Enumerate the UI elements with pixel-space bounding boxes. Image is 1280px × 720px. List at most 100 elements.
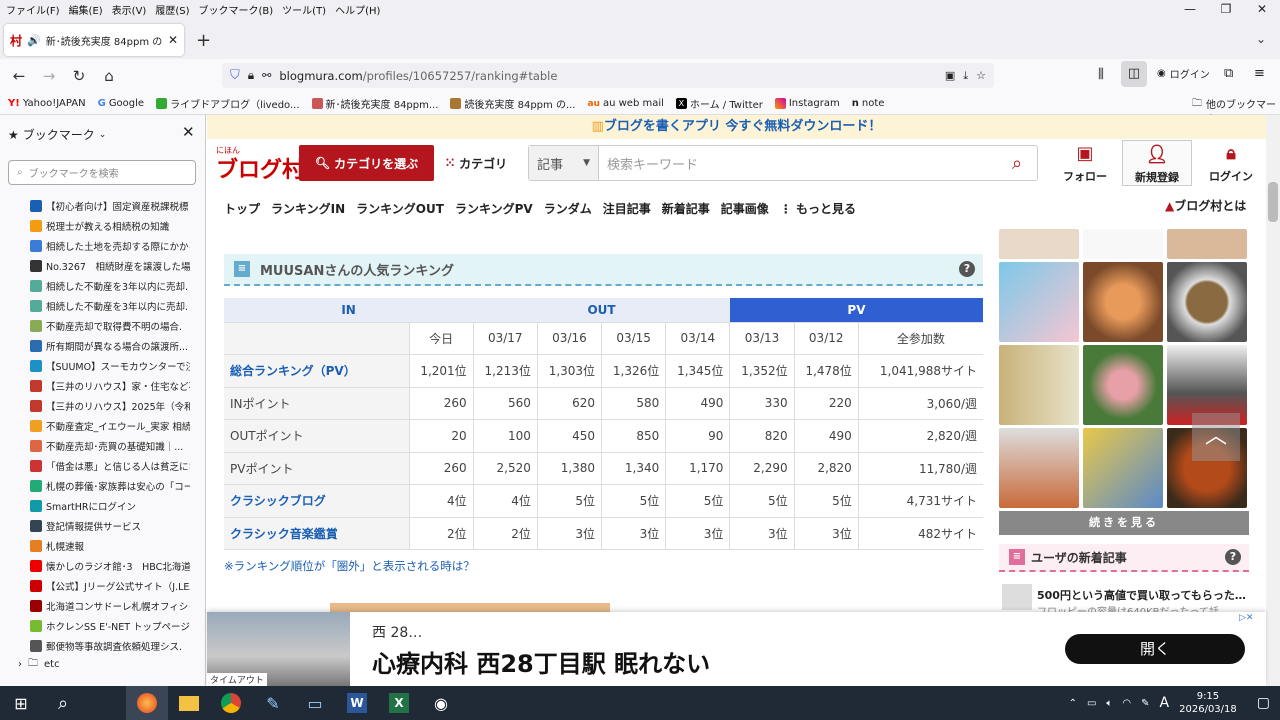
taskview-icon[interactable]	[84, 686, 126, 720]
bookmark-note[interactable]: n note	[852, 98, 885, 109]
explorer-icon[interactable]	[168, 686, 210, 720]
article-image[interactable]	[999, 229, 1079, 259]
bookmark-item[interactable]: 【三井のリハウス】2025年（令和7...	[30, 396, 190, 416]
menu-help[interactable]: ヘルプ(H)	[335, 2, 380, 17]
bookmark-item[interactable]: 札幌の葬儀･家族葬は安心の「コー	[30, 476, 190, 496]
nav-images[interactable]: 記事画像	[721, 200, 769, 217]
restore-icon[interactable]: ❐	[1208, 0, 1244, 19]
bookmark-item[interactable]: 懐かしのラジオ館･3 HBC北海道.	[30, 556, 190, 576]
article-image[interactable]	[1083, 229, 1163, 259]
sidebar-toggle-icon[interactable]: ◫	[1121, 61, 1147, 87]
follow-button[interactable]: ▣ フォロー	[1052, 140, 1118, 186]
bookmark-item[interactable]: 札幌速報	[30, 536, 190, 556]
bookmark-item[interactable]: 不動産売却･売買の基礎知識｜...	[30, 436, 190, 456]
bookmark-item[interactable]: ホクレンSS E'-NET トップページ	[30, 616, 190, 636]
pen-app-icon[interactable]: ✎	[252, 686, 294, 720]
bookmark-item[interactable]: No.3267 相続財産を譲渡した場	[30, 256, 190, 276]
search-scope-select[interactable]: 記事 ▼	[529, 146, 599, 180]
category-link[interactable]: ⁙ カテゴリ	[445, 145, 507, 181]
bookmark-star-icon[interactable]: ☆	[976, 69, 986, 82]
menu-edit[interactable]: 編集(E)	[69, 2, 103, 17]
bookmark-item[interactable]: 所有期間が異なる場合の譲渡所...	[30, 336, 190, 356]
app-banner[interactable]: ▥ブログを書くアプリ 今すぐ無料ダウンロード！	[207, 115, 1266, 139]
nav-random[interactable]: ランダム	[544, 200, 592, 217]
search-icon[interactable]: ⌕	[42, 686, 84, 720]
excel-icon[interactable]: X	[378, 686, 420, 720]
pc-app-icon[interactable]: ▭	[294, 686, 336, 720]
media-app-icon[interactable]: ◉	[420, 686, 462, 720]
help-icon[interactable]: ?	[1225, 549, 1241, 565]
ad-open-button[interactable]: 開く	[1065, 634, 1245, 664]
ranking-row-label[interactable]: 総合ランキング（PV）	[224, 354, 409, 388]
scroll-thumb[interactable]	[1268, 182, 1278, 222]
forward-icon[interactable]: →	[34, 67, 64, 85]
bookmark-item[interactable]: 不動産査定_イエウール_実家 相続	[30, 416, 190, 436]
bookmark-item[interactable]: 【三井のリハウス】家・住宅など不動	[30, 376, 190, 396]
word-icon[interactable]: W	[336, 686, 378, 720]
site-logo[interactable]: にほん ブログ村	[216, 145, 304, 184]
bookmark-yahoo[interactable]: Y! Yahoo!JAPAN	[8, 98, 86, 109]
url-bar[interactable]: ⛉ 🔒︎ ⚯ blogmura.com/profiles/10657257/ra…	[222, 63, 994, 88]
keyword-input[interactable]: 検索キーワード	[599, 154, 997, 173]
ranking-row-label[interactable]: クラシックブログ	[224, 484, 409, 518]
minimize-icon[interactable]: —	[1172, 0, 1208, 19]
pen-icon[interactable]: ✎	[1141, 698, 1149, 709]
tab-close-icon[interactable]: ✕	[168, 33, 178, 47]
back-icon[interactable]: ←	[4, 67, 34, 85]
bookmark-item[interactable]: 相続した不動産を3年以内に売却.	[30, 276, 190, 296]
tab-active[interactable]: 村 🔊 新･読後充実度 84ppm のお ✕	[4, 24, 184, 56]
nav-ranking-pv[interactable]: ランキングPV	[455, 200, 533, 217]
url-text[interactable]: blogmura.com/profiles/10657257/ranking#t…	[279, 69, 557, 83]
shield-icon[interactable]: ⛉	[230, 68, 240, 83]
save-icon[interactable]: ⤓	[963, 69, 968, 83]
article-image[interactable]	[999, 345, 1079, 425]
ranking-note-link[interactable]: ※ランキング順位が「圏外」と表示される時は？	[224, 558, 475, 574]
reader-icon[interactable]: ▣	[945, 69, 955, 82]
bookmark-folder-etc[interactable]: › 🗀 etc	[18, 656, 60, 673]
help-icon[interactable]: ?	[959, 261, 975, 277]
bookmark-instagram[interactable]: Instagram	[774, 98, 840, 109]
battery-icon[interactable]: ▭	[1087, 698, 1096, 709]
bookmark-item[interactable]: 不動産売却で取得費不明の場合.	[30, 316, 190, 336]
account-button[interactable]: ◉ ログイン	[1157, 66, 1210, 81]
bookmark-blog1[interactable]: 新･読後充実度 84ppm...	[311, 96, 438, 111]
bookmark-item[interactable]: 登記情報提供サービス	[30, 516, 190, 536]
bookmark-item[interactable]: 北海道コンサドーレ札幌オフィシャル.	[30, 596, 190, 616]
nav-featured[interactable]: 注目記事	[603, 200, 651, 217]
ad-title[interactable]: 心療内科 西28丁目駅 眠れない	[372, 644, 710, 679]
nav-more[interactable]: ⋮ もっと見る	[780, 200, 856, 217]
tab-list-icon[interactable]: ⌄	[1256, 32, 1266, 46]
chrome-icon[interactable]	[210, 686, 252, 720]
lock-icon[interactable]: 🔒︎	[248, 68, 254, 83]
sidebar-close-icon[interactable]: ✕	[182, 123, 195, 141]
tab-pv[interactable]: PV	[729, 298, 983, 323]
tab-out[interactable]: OUT	[473, 298, 730, 323]
menu-view[interactable]: 表示(V)	[112, 2, 147, 17]
new-tab-icon[interactable]: +	[196, 30, 211, 51]
nav-ranking-in[interactable]: ランキングIN	[271, 200, 345, 217]
menu-tools[interactable]: ツール(T)	[282, 2, 326, 17]
notification-icon[interactable]: ▢	[1257, 695, 1270, 711]
network-icon[interactable]: ◠	[1122, 698, 1131, 709]
library-icon[interactable]: ⫼	[1098, 67, 1104, 82]
register-button[interactable]: 👤︎ 新規登録	[1122, 140, 1192, 186]
close-window-icon[interactable]: ✕	[1244, 0, 1280, 19]
menu-file[interactable]: ファイル(F)	[6, 2, 60, 17]
nav-top[interactable]: トップ	[224, 200, 260, 217]
clock[interactable]: 9:15 2026/03/18	[1179, 690, 1237, 716]
tab-in[interactable]: IN	[224, 298, 474, 323]
about-link[interactable]: ▲ブログ村とは	[1165, 197, 1246, 214]
article-image[interactable]	[1083, 262, 1163, 342]
bookmark-item[interactable]: SmartHRにログイン	[30, 496, 190, 516]
menu-bookmarks[interactable]: ブックマーク(B)	[199, 2, 274, 17]
firefox-icon[interactable]	[126, 686, 168, 720]
app-menu-icon[interactable]: ≡	[1254, 66, 1265, 81]
bookmark-search-input[interactable]: ⌕ ブックマークを検索	[8, 160, 196, 185]
bookmark-item[interactable]: 郵便物等事故調査依頼処理シス.	[30, 636, 190, 656]
article-image[interactable]	[1083, 428, 1163, 508]
bookmark-blog2[interactable]: 読後充実度 84ppm の...	[450, 96, 575, 111]
permissions-icon[interactable]: ⚯	[262, 69, 271, 82]
article-image[interactable]	[1167, 262, 1247, 342]
ad-choices-icon[interactable]: ▷✕	[1239, 613, 1253, 623]
bookmark-item[interactable]: 【初心者向け】固定資産税課税標	[30, 196, 190, 216]
